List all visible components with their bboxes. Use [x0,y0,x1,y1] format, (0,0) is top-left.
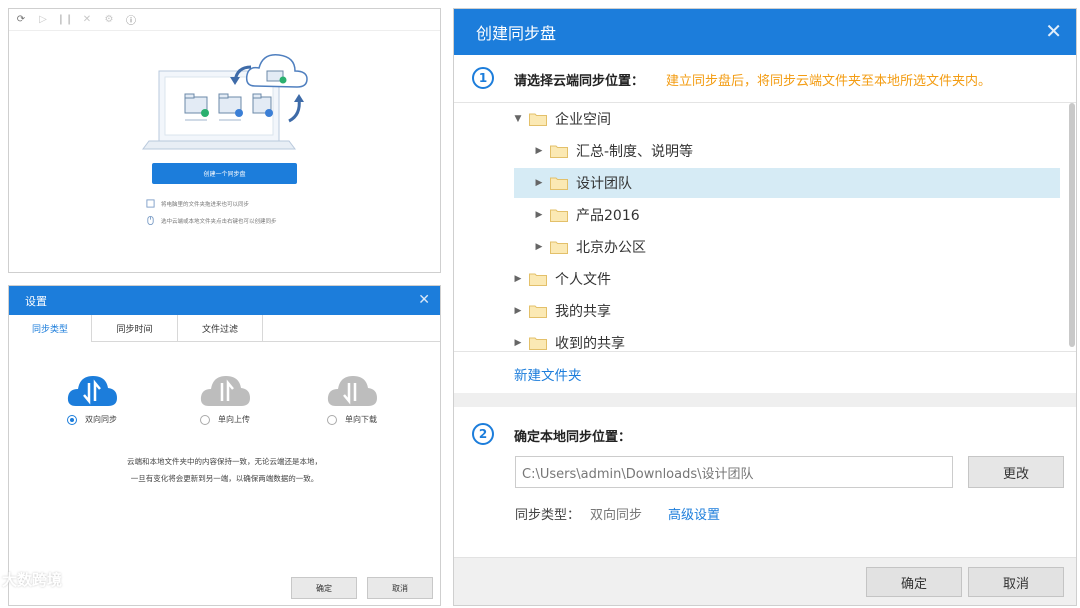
step1-label: 请选择云端同步位置： [514,74,645,89]
step2-number: 2 [472,423,494,445]
folder-drag-icon [146,199,155,208]
tab-sync-time[interactable]: 同步时间 [92,315,178,342]
tree-item-label: 北京办公区 [576,240,646,256]
tree-item-enterprise-space[interactable]: ▼ 企业空间 [511,104,1071,134]
folder-icon [529,273,547,286]
hint-drag-text: 将电脑里的文件夹拖进来也可以同步 [161,201,250,208]
hint-drag: 将电脑里的文件夹拖进来也可以同步 [146,199,249,208]
cloud-upload-icon [200,376,250,406]
chevron-right-icon[interactable]: ▶ [532,210,546,220]
gear-icon[interactable]: ⚙ [101,12,117,28]
sync-type-label-upload: 单向上传 [218,415,250,424]
radio-bidirectional[interactable] [67,414,77,425]
local-path-input[interactable]: C:\Users\admin\Downloads\设计团队 [515,456,953,488]
dialog-titlebar: 创建同步盘 ✕ [454,9,1076,55]
watermark-text: 大数跨境 [2,571,63,589]
tree-item-label: 产品2016 [576,208,640,224]
tree-item-design-team[interactable]: ▶ 设计团队 [514,168,1060,198]
radio-download[interactable] [327,414,337,425]
info-icon[interactable]: ⓘ [123,12,139,28]
chevron-right-icon[interactable]: ▶ [532,178,546,188]
tree-item-label: 我的共享 [555,304,611,320]
folder-icon [550,209,568,222]
chevron-right-icon[interactable]: ▶ [532,146,546,156]
sync-type-description-line1: 云端和本地文件夹中的内容保持一致，无论云端还是本地， [127,457,322,466]
close-icon[interactable]: ✕ [1045,19,1062,43]
sync-type-label: 同步类型： [515,508,581,523]
tree-item-label: 个人文件 [555,272,611,288]
settings-window: 设置 ✕ 同步类型 同步时间 文件过滤 双向同步 单向上传 单向下载 云端和本地… [8,285,441,606]
sync-type-upload[interactable]: 单向上传 [185,372,265,425]
chevron-down-icon[interactable]: ▼ [511,114,525,124]
sync-home-window: ⟳ ▷ ❙❙ ✕ ⚙ ⓘ 创建一个同步盘 将电脑里的文件夹拖进来也可以同步 选中… [8,8,441,273]
tree-scrollbar[interactable] [1069,103,1075,347]
folder-icon [529,337,547,350]
sync-type-row: 同步类型： 双向同步 高级设置 [515,504,720,523]
settings-cancel-button[interactable]: 取消 [367,577,433,599]
chevron-right-icon[interactable]: ▶ [511,338,525,348]
change-path-button[interactable]: 更改 [968,456,1064,488]
chevron-right-icon[interactable]: ▶ [532,242,546,252]
sync-type-label-bidirectional: 双向同步 [85,415,117,424]
step1-note: 建立同步盘后，将同步云端文件夹至本地所选文件夹内。 [666,74,992,89]
tree-item-received-shares[interactable]: ▶ 收到的共享 [511,328,1071,352]
folder-icon [550,177,568,190]
sync-type-bidirectional[interactable]: 双向同步 [52,372,132,425]
settings-titlebar: 设置 ✕ [9,286,440,315]
sync-type-description-line2: 一旦有变化将会更新到另一端，以确保两端数据的一致。 [130,474,319,483]
cloud-folder-tree: ▼ 企业空间 ▶ 汇总-制度、说明等 ▶ 设计团队 ▶ 产品2016 ▶ 北京办… [454,102,1076,352]
tree-item-beijing-office[interactable]: ▶ 北京办公区 [532,232,1072,262]
settings-tabs: 同步类型 同步时间 文件过滤 [9,315,440,342]
close-icon[interactable]: ✕ [418,292,430,308]
folder-icon [550,145,568,158]
sync-type-download[interactable]: 单向下载 [312,372,392,425]
step1-number: 1 [472,67,494,89]
radio-upload[interactable] [200,414,210,425]
tree-item-label: 汇总-制度、说明等 [576,144,694,160]
create-sync-button[interactable]: 创建一个同步盘 [152,163,297,184]
play-icon[interactable]: ▷ [35,12,51,28]
cloud-download-icon [327,376,377,406]
laptop-cloud-illustration [142,54,308,150]
sync-type-label-download: 单向下载 [345,415,377,424]
tree-item-personal-files[interactable]: ▶ 个人文件 [511,264,1071,294]
tree-item-summary[interactable]: ▶ 汇总-制度、说明等 [532,136,1072,166]
tree-item-product-2016[interactable]: ▶ 产品2016 [532,200,1072,230]
dialog-ok-button[interactable]: 确定 [866,567,962,597]
settings-ok-button[interactable]: 确定 [291,577,357,599]
mouse-icon [147,216,154,225]
folder-icon [550,241,568,254]
tab-file-filter[interactable]: 文件过滤 [178,315,263,342]
section-divider [454,393,1076,407]
create-sync-dialog: 创建同步盘 ✕ 1 请选择云端同步位置： 建立同步盘后，将同步云端文件夹至本地所… [453,8,1077,606]
dialog-title: 创建同步盘 [476,24,557,43]
hint-rightclick-text: 选中云端或本地文件夹点击右键也可以创建同步 [161,218,277,225]
watermark-logo: 大数跨境 [2,283,62,590]
new-folder-link[interactable]: 新建文件夹 [514,364,582,384]
folder-icon [529,113,547,126]
tree-item-label: 企业空间 [555,112,611,128]
folder-icon [529,305,547,318]
pause-icon[interactable]: ❙❙ [57,12,74,28]
tree-item-label: 设计团队 [576,176,632,192]
chevron-right-icon[interactable]: ▶ [511,306,525,316]
advanced-settings-link[interactable]: 高级设置 [668,504,720,523]
tree-item-label: 收到的共享 [555,336,625,352]
step2-label: 确定本地同步位置： [514,430,632,445]
hint-rightclick: 选中云端或本地文件夹点击右键也可以创建同步 [146,216,277,225]
sync-type-value: 双向同步 [590,508,643,523]
tree-item-my-shares[interactable]: ▶ 我的共享 [511,296,1071,326]
home-toolbar: ⟳ ▷ ❙❙ ✕ ⚙ ⓘ [9,9,440,31]
dialog-cancel-button[interactable]: 取消 [968,567,1064,597]
close-icon[interactable]: ✕ [79,12,95,28]
cloud-bidirectional-icon [67,376,117,406]
chevron-right-icon[interactable]: ▶ [511,274,525,284]
refresh-icon[interactable]: ⟳ [13,12,29,28]
